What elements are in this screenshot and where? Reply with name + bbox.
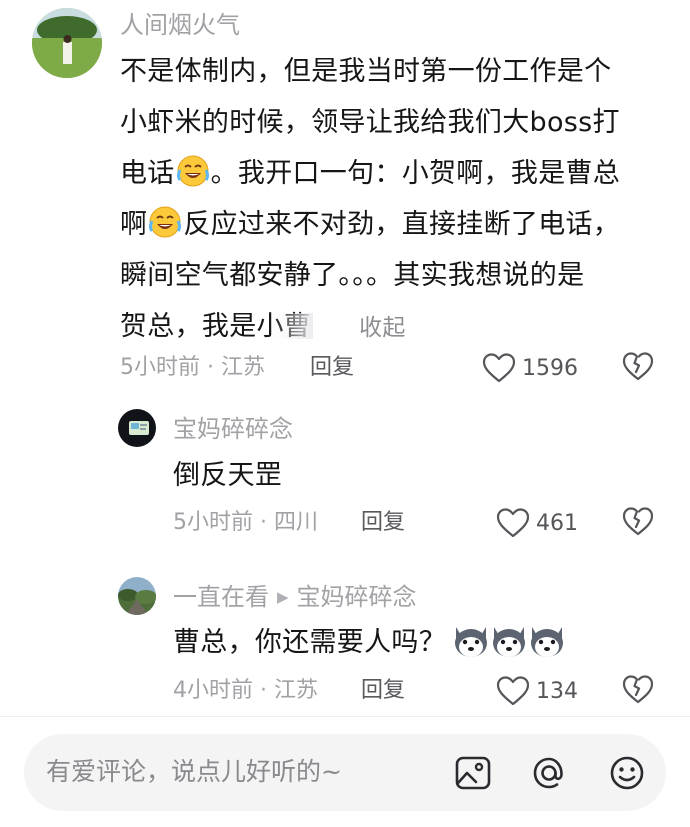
- comment-line: 瞬间空气都安静了。。。其实我想说的是: [120, 260, 585, 291]
- like-button[interactable]: 134: [496, 673, 578, 709]
- like-count: 461: [536, 510, 578, 536]
- reply-header: 一直在看 ▶ 宝妈碎碎念: [173, 582, 417, 612]
- comment-segment: 曹总，你还需要人吗？: [173, 627, 446, 658]
- divider: [0, 716, 690, 717]
- username[interactable]: 人间烟火气: [120, 10, 240, 40]
- at-icon[interactable]: [530, 754, 568, 792]
- reply-button[interactable]: 回复: [361, 676, 405, 706]
- reply-arrow-icon: ▶: [277, 588, 289, 606]
- comment-segment: 反应过来不对劲，直接挂断了电话，: [183, 209, 621, 240]
- comment-meta: 5小时前 · 四川: [173, 510, 318, 535]
- dislike-heart-icon[interactable]: [622, 674, 654, 706]
- laugh-cry-emoji: [148, 205, 182, 239]
- avatar[interactable]: [32, 8, 102, 78]
- laugh-cry-emoji: [176, 154, 210, 188]
- comment-text: 不是体制内，但是我当时第一份工作是个 小虾米的时候，领导让我给我们大boss打 …: [120, 46, 620, 354]
- comment-text: 曹总，你还需要人吗？: [173, 619, 566, 675]
- reply-button[interactable]: 回复: [310, 353, 354, 383]
- heart-icon: [482, 353, 516, 383]
- like-button[interactable]: 461: [496, 505, 578, 541]
- comment-line: 不是体制内，但是我当时第一份工作是个: [120, 56, 612, 87]
- dislike-heart-icon[interactable]: [622, 506, 654, 538]
- heart-icon: [496, 508, 530, 538]
- avatar[interactable]: [118, 577, 156, 615]
- comment-segment: 。我开口一句：小贺啊，我是曹总: [210, 158, 621, 189]
- comment-segment: 啊: [120, 209, 148, 240]
- husky-dog-emoji: [452, 621, 566, 675]
- comment-meta: 4小时前 · 江苏: [173, 678, 318, 703]
- avatar[interactable]: [118, 409, 156, 447]
- reply-target-username[interactable]: 宝妈碎碎念: [297, 583, 417, 611]
- username[interactable]: 宝妈碎碎念: [173, 414, 293, 444]
- image-icon[interactable]: [454, 754, 492, 792]
- comment-line: 小虾米的时候，领导让我给我们大boss打: [120, 107, 620, 138]
- dislike-heart-icon[interactable]: [622, 351, 654, 383]
- like-count: 1596: [522, 355, 578, 381]
- heart-icon: [496, 676, 530, 706]
- comment-input-placeholder[interactable]: 有爱评论，说点儿好听的~: [46, 755, 342, 789]
- collapse-button[interactable]: 收起: [359, 315, 406, 341]
- comment-line: 贺总，我是小曹 收起: [120, 301, 620, 354]
- comment-line: 啊 反应过来不对劲，直接挂断了电话，: [120, 199, 620, 250]
- comment-text: 倒反天罡: [173, 460, 283, 491]
- comment-line: 电话 。我开口一句：小贺啊，我是曹总: [120, 148, 620, 199]
- like-count: 134: [536, 678, 578, 704]
- reply-button[interactable]: 回复: [361, 508, 405, 538]
- like-button[interactable]: 1596: [482, 350, 578, 386]
- comment-input-bar[interactable]: 有爱评论，说点儿好听的~: [24, 734, 666, 811]
- comment-meta: 5小时前 · 江苏: [120, 355, 265, 380]
- emoji-icon[interactable]: [608, 754, 646, 792]
- username[interactable]: 一直在看: [173, 583, 269, 611]
- text-fade: [273, 313, 314, 339]
- comment-segment: 电话: [120, 158, 175, 189]
